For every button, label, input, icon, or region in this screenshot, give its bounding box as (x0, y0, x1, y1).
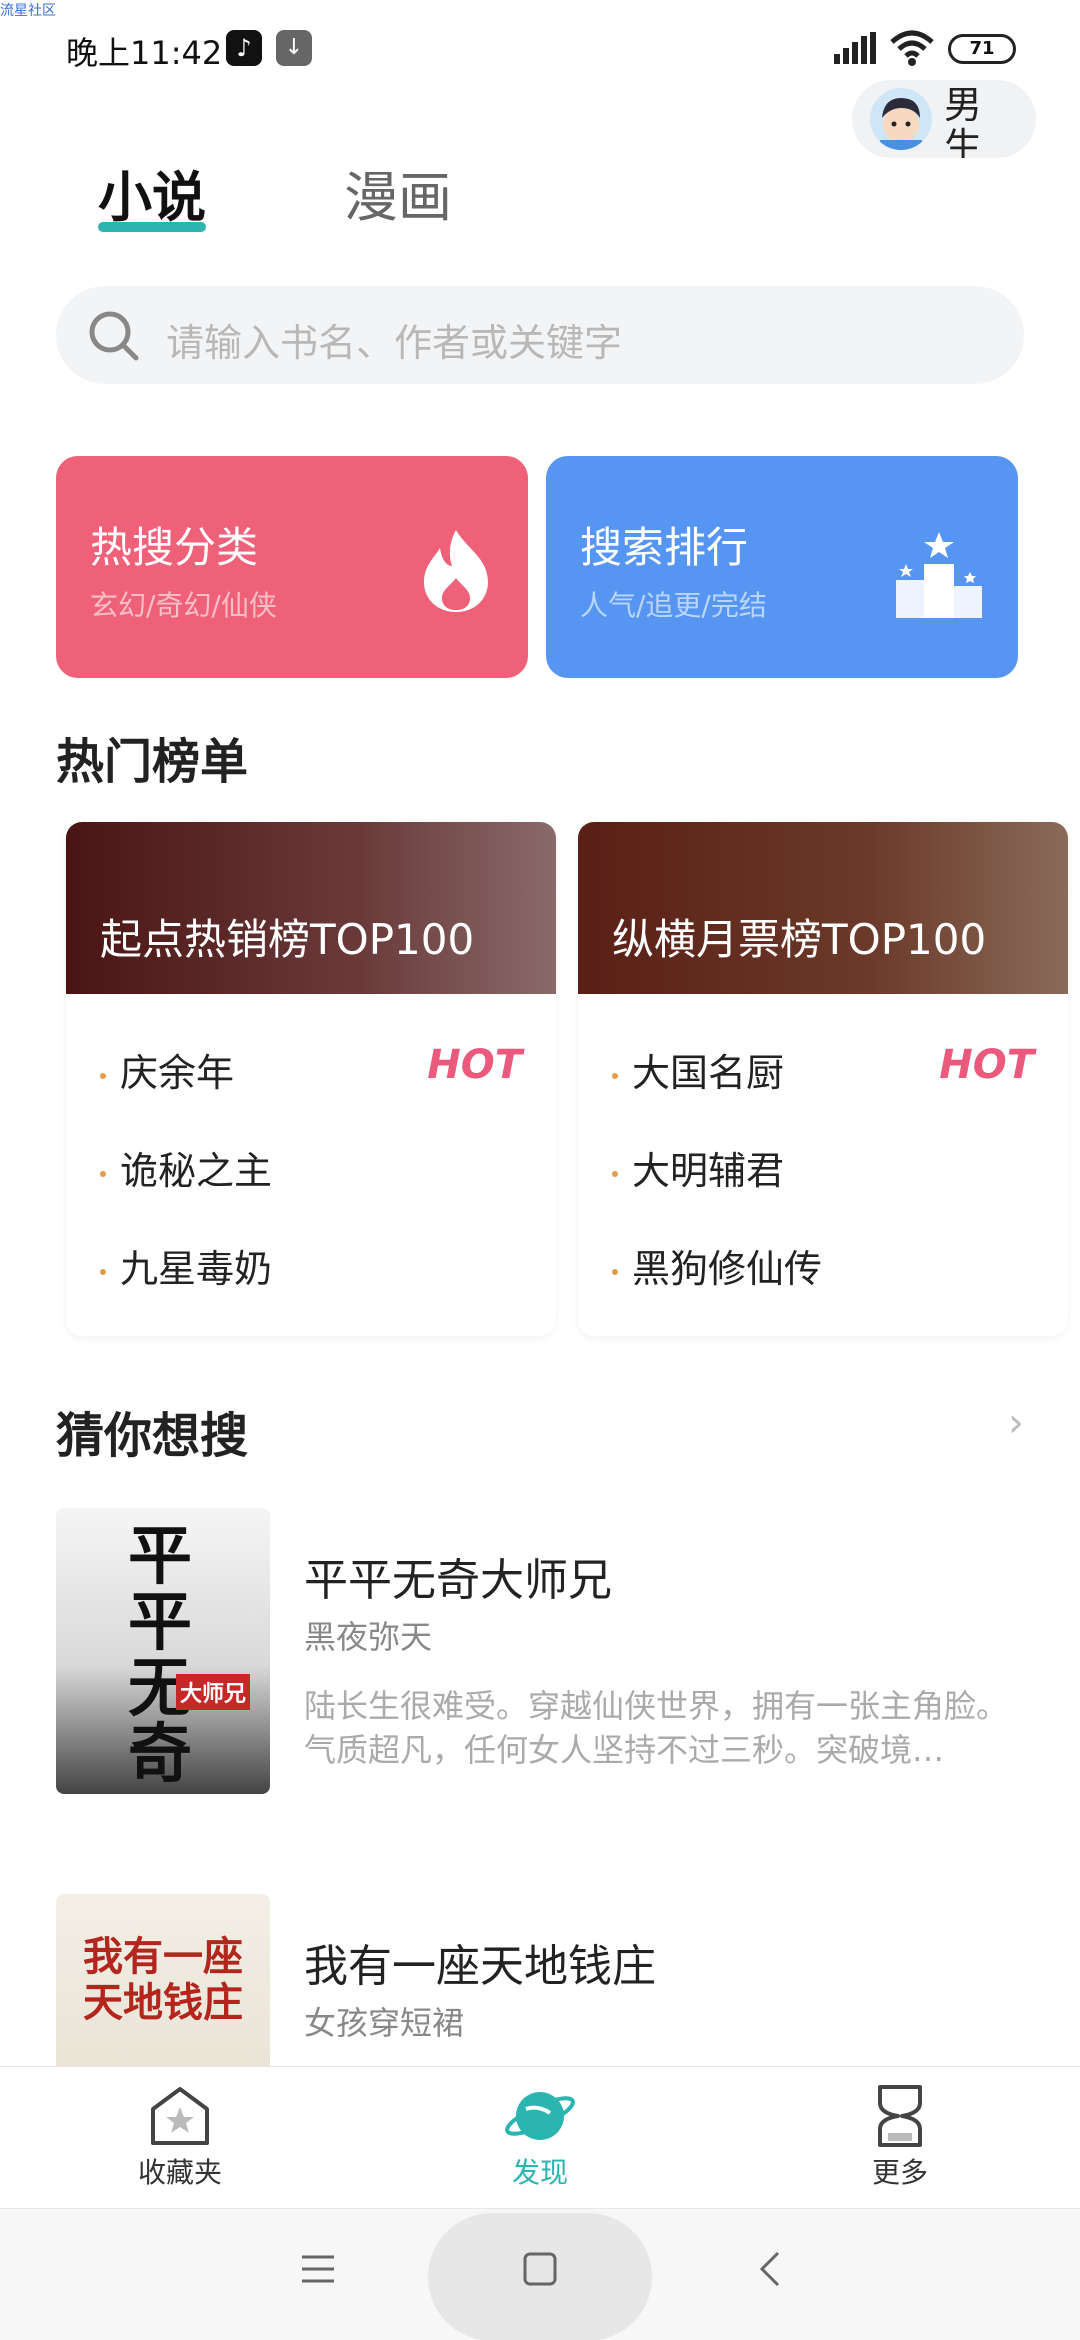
card-subtitle: 人气/追更/完结 (580, 589, 767, 622)
nav-label: 收藏夹 (137, 2156, 222, 2189)
search-rank-card[interactable]: 搜索排行 人气/追更/完结 (546, 456, 1018, 678)
nav-more[interactable]: 更多 (820, 2083, 980, 2191)
system-nav-bar (0, 2208, 1080, 2340)
search-input[interactable]: 请输入书名、作者或关键字 (56, 286, 1024, 384)
tab-active-indicator (98, 222, 206, 232)
bullet-dot (100, 1170, 106, 1177)
board-item[interactable]: 九星毒奶 (100, 1238, 272, 1293)
flame-icon (424, 530, 488, 612)
home-icon[interactable] (522, 2251, 558, 2287)
book-description: 陆长生很难受。穿越仙侠世界，拥有一张主角脸。气质超凡，任何女人坚持不过三秒。突破… (304, 1687, 1009, 1769)
hourglass-icon (878, 2085, 922, 2147)
book-author: 女孩穿短裙 (304, 2004, 465, 2042)
bullet-dot (612, 1072, 618, 1079)
board-title: 纵横月票榜TOP100 (612, 915, 987, 964)
menu-icon[interactable] (300, 2251, 336, 2287)
board-title: 起点热销榜TOP100 (100, 915, 475, 964)
planet-icon (505, 2092, 575, 2140)
cover-title-text: 我有一座天地钱庄 (83, 1933, 243, 2026)
board-header: 纵横月票榜TOP100 (578, 822, 1068, 994)
status-time: 晚上11:42 (66, 34, 223, 72)
board-item[interactable]: 大国名厨 (612, 1042, 784, 1097)
card-title: 搜索排行 (580, 523, 749, 572)
bullet-dot (100, 1072, 106, 1079)
book-cover: 我有一座天地钱庄 (56, 1894, 270, 2066)
book-item[interactable]: 我有一座天地钱庄 我有一座天地钱庄 女孩穿短裙 (56, 1894, 1024, 2066)
download-icon: ↓ (276, 30, 312, 66)
cover-badge: 大师兄 (176, 1674, 251, 1710)
guess-heading: 猜你想搜 (56, 1408, 249, 1464)
bullet-dot (612, 1170, 618, 1177)
card-subtitle: 玄幻/奇幻/仙侠 (90, 589, 277, 622)
book-item[interactable]: 平平无奇 大师兄 平平无奇大师兄 黑夜弥天 陆长生很难受。穿越仙侠世界，拥有一张… (56, 1508, 1024, 1798)
board-item[interactable]: 庆余年 (100, 1042, 234, 1097)
search-placeholder: 请输入书名、作者或关键字 (166, 321, 623, 365)
wifi-icon (890, 30, 934, 66)
board-item[interactable]: 大明辅君 (612, 1140, 784, 1195)
hot-badge: HOT (939, 1042, 1034, 1088)
tiktok-icon: ♪ (226, 30, 262, 66)
book-cover: 平平无奇 大师兄 (56, 1508, 270, 1794)
book-author: 黑夜弥天 (304, 1618, 433, 1656)
nav-label: 发现 (511, 2156, 568, 2189)
podium-icon (896, 532, 982, 618)
book-title: 我有一座天地钱庄 (304, 1941, 656, 1992)
hot-category-card[interactable]: 热搜分类 玄幻/奇幻/仙侠 (56, 456, 528, 678)
bullet-dot (100, 1268, 106, 1275)
gender-label: 男生 (944, 83, 983, 158)
back-icon[interactable] (752, 2251, 788, 2287)
search-icon (89, 311, 139, 361)
tab-comic[interactable]: 漫画 (344, 162, 452, 234)
book-title: 平平无奇大师兄 (304, 1555, 612, 1606)
avatar (870, 88, 932, 150)
battery-indicator: 71 (948, 34, 1016, 64)
gender-switch[interactable]: 男生 (852, 80, 1036, 158)
hot-badge: HOT (427, 1042, 522, 1088)
signal-icon (834, 32, 876, 64)
board-header: 起点热销榜TOP100 (66, 822, 556, 994)
nav-label: 更多 (871, 2156, 928, 2189)
bullet-dot (612, 1268, 618, 1275)
board-item[interactable]: 诡秘之主 (100, 1140, 272, 1195)
chevron-right-icon[interactable]: › (1008, 1400, 1024, 1446)
hot-lists-heading: 热门榜单 (56, 734, 249, 790)
bookmark-star-icon (151, 2087, 209, 2145)
board-zongheng[interactable]: 纵横月票榜TOP100 HOT 大国名厨 大明辅君 黑狗修仙传 (578, 822, 1068, 1336)
bottom-nav: 收藏夹 发现 更多 (0, 2066, 1080, 2208)
nav-discover[interactable]: 发现 (460, 2083, 620, 2191)
board-qidian[interactable]: 起点热销榜TOP100 HOT 庆余年 诡秘之主 九星毒奶 (66, 822, 556, 1336)
nav-favorites[interactable]: 收藏夹 (100, 2083, 260, 2191)
cover-title-text: 平平无奇 (128, 1519, 192, 1792)
card-title: 热搜分类 (90, 523, 259, 572)
board-item[interactable]: 黑狗修仙传 (612, 1238, 822, 1293)
